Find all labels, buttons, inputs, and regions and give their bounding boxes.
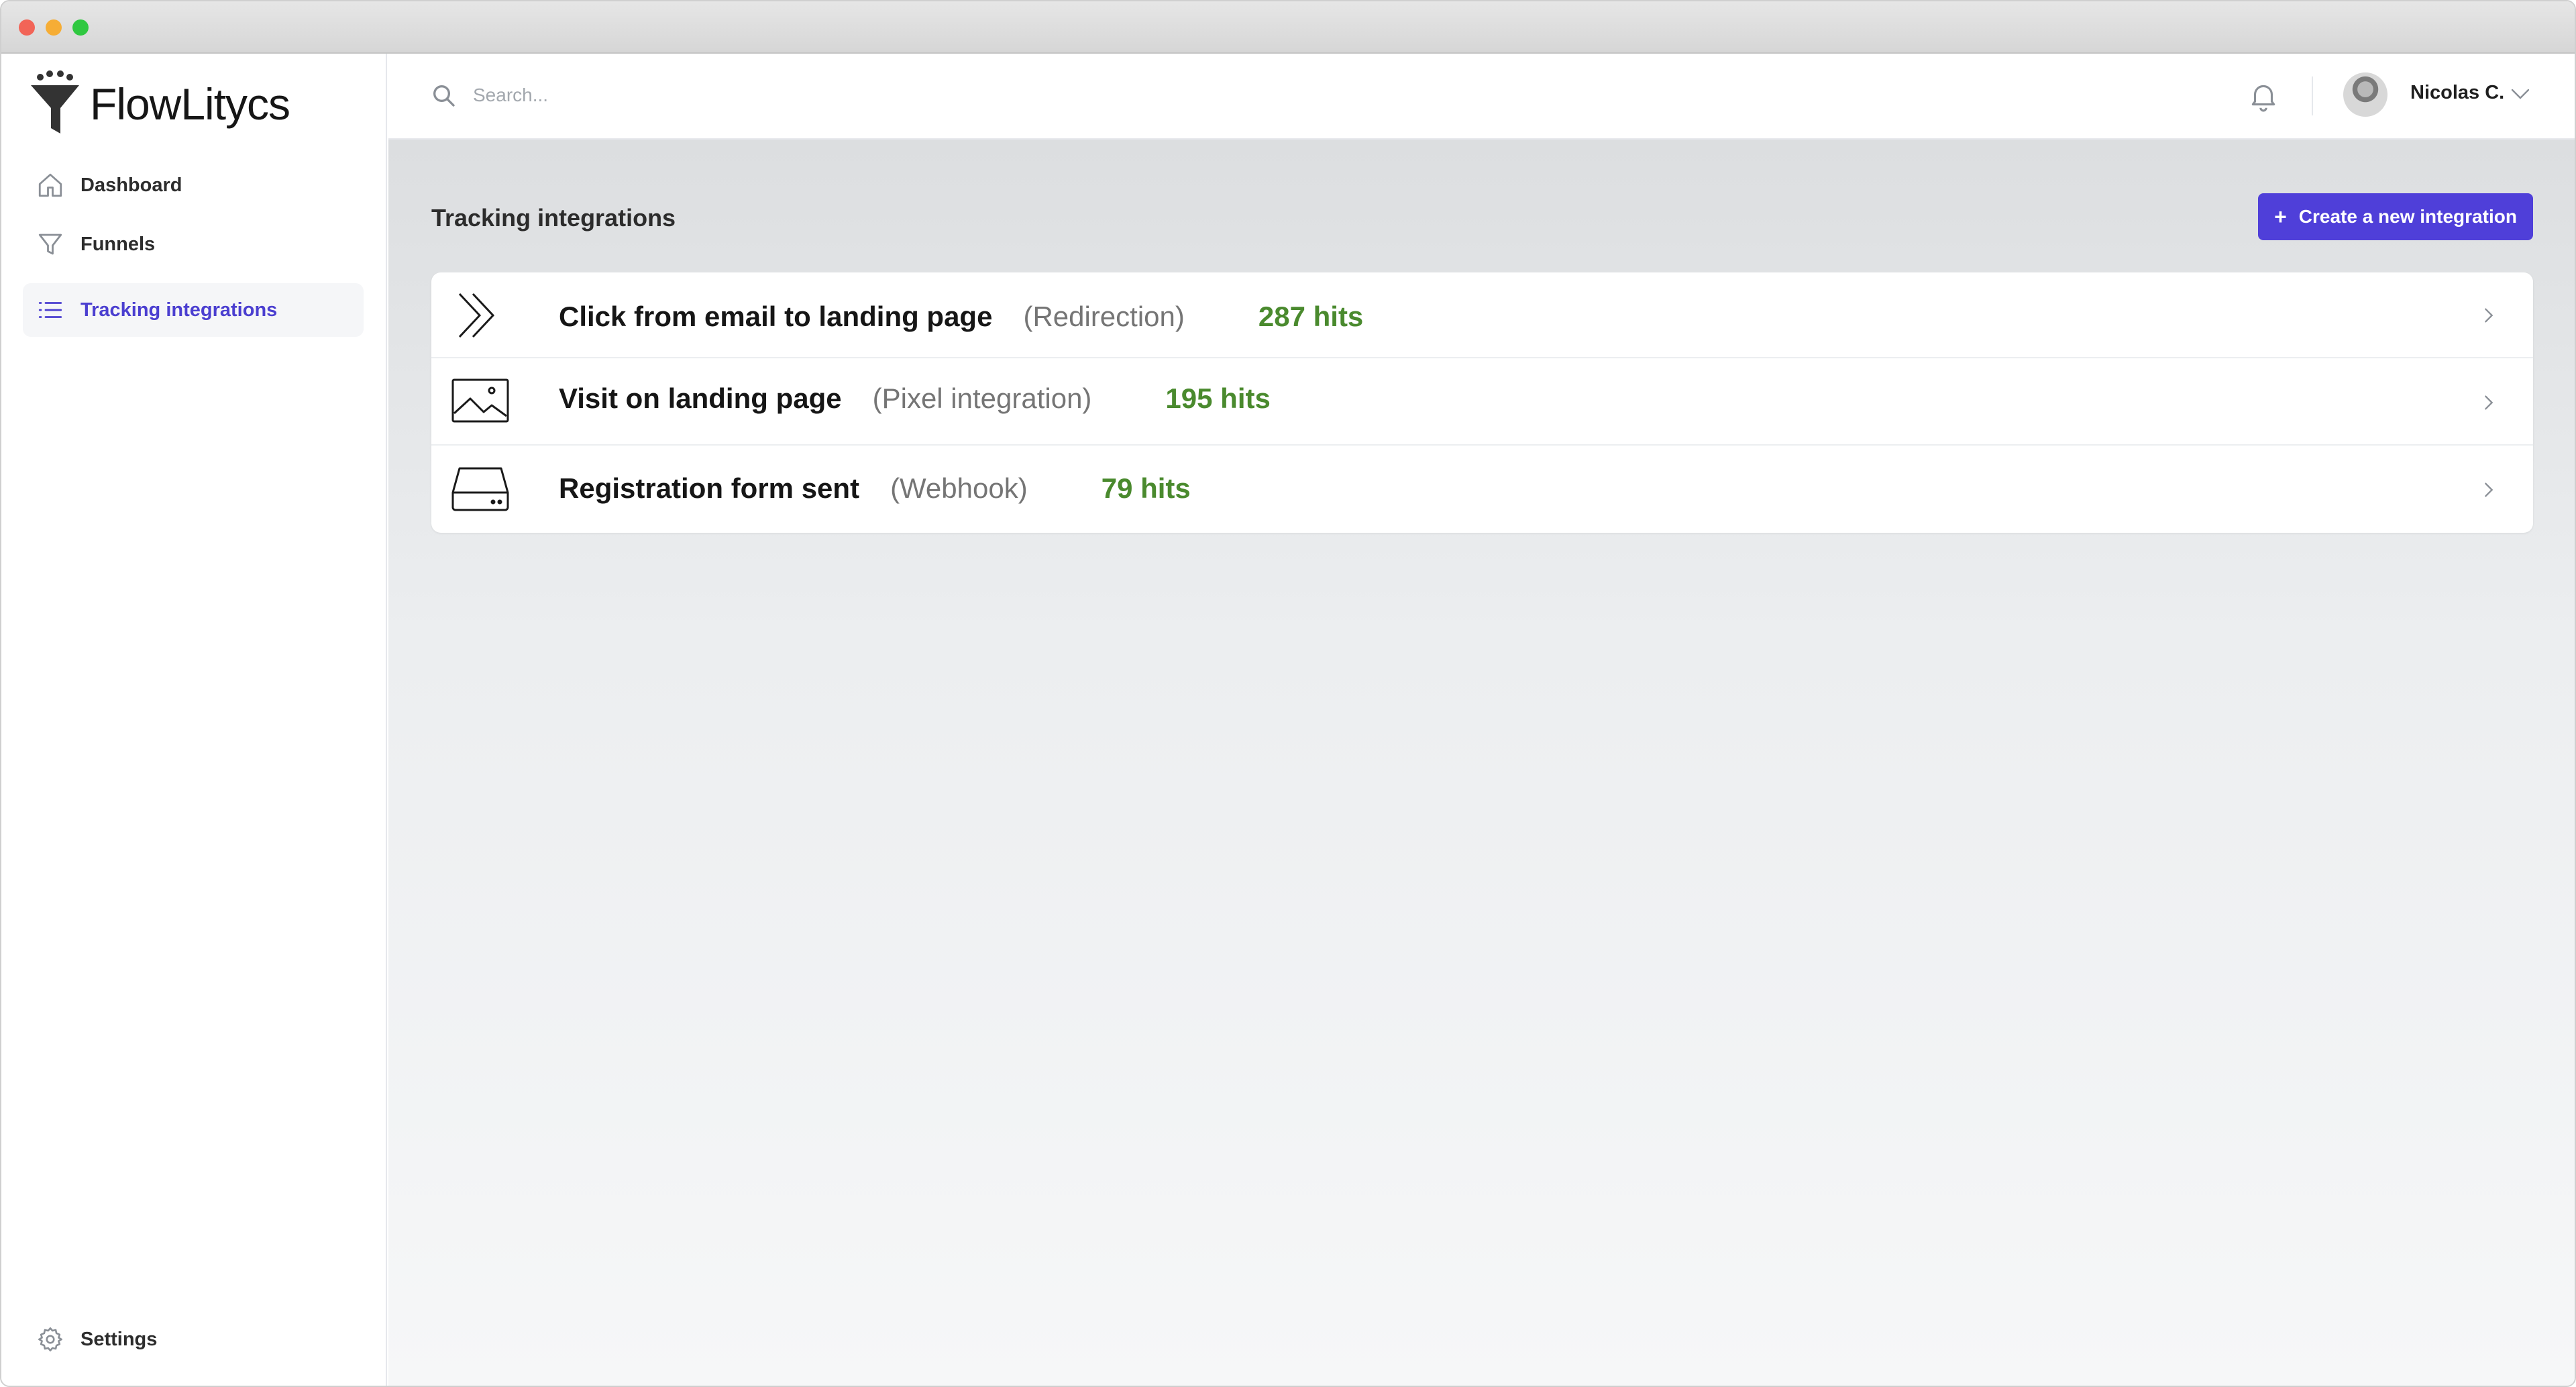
title-bar: [1, 1, 2575, 54]
sidebar-item-settings[interactable]: Settings: [23, 1313, 364, 1366]
list-item[interactable]: Click from email to landing page (Redire…: [431, 272, 2533, 358]
sidebar-item-tracking-integrations[interactable]: Tracking integrations: [23, 283, 364, 337]
main-content: Tracking integrations + Create a new int…: [388, 140, 2575, 1386]
integration-hits: 79 hits: [1101, 472, 1191, 504]
plus-icon: +: [2274, 204, 2287, 229]
gear-icon: [35, 1324, 66, 1355]
chevron-right-icon[interactable]: [2479, 480, 2498, 499]
sidebar-item-label: Dashboard: [80, 174, 182, 196]
funnel-icon: [35, 229, 66, 260]
chevron-down-icon[interactable]: [2508, 82, 2532, 106]
list-icon: [35, 295, 66, 325]
chevron-right-icon[interactable]: [2479, 306, 2498, 325]
integration-text: Visit on landing page (Pixel integration…: [559, 382, 1271, 415]
close-window-button[interactable]: [19, 19, 35, 36]
maximize-window-button[interactable]: [72, 19, 89, 36]
app-logo[interactable]: FlowLitycs: [28, 67, 290, 141]
integration-hits: 287 hits: [1258, 301, 1364, 332]
chevron-right-icon[interactable]: [2479, 393, 2498, 412]
sidebar: FlowLitycs Dashboard Funnels Tracking in…: [1, 54, 387, 1386]
list-item[interactable]: Registration form sent (Webhook) 79 hits: [431, 446, 2533, 533]
user-name[interactable]: Nicolas C.: [2410, 82, 2504, 104]
integration-name: Visit on landing page: [559, 382, 842, 414]
drive-icon: [451, 467, 509, 511]
search-icon: [433, 85, 455, 107]
sidebar-item-label: Funnels: [80, 233, 156, 255]
home-icon: [35, 170, 66, 201]
create-integration-button[interactable]: + Create a new integration: [2258, 193, 2533, 240]
header-divider: [2312, 76, 2313, 115]
create-integration-label: Create a new integration: [2298, 206, 2517, 227]
minimize-window-button[interactable]: [46, 19, 62, 36]
redirection-icon: [458, 293, 495, 338]
sidebar-item-label: Settings: [80, 1328, 158, 1350]
integration-name: Registration form sent: [559, 472, 860, 504]
page-title: Tracking integrations: [431, 204, 676, 232]
app-name: FlowLitycs: [90, 79, 290, 129]
integrations-list: Click from email to landing page (Redire…: [431, 272, 2533, 533]
sidebar-item-label: Tracking integrations: [80, 299, 278, 321]
list-item[interactable]: Visit on landing page (Pixel integration…: [431, 358, 2533, 446]
integration-hits: 195 hits: [1165, 382, 1271, 414]
funnel-logo-icon: [31, 70, 79, 134]
app-window: FlowLitycs Dashboard Funnels Tracking in…: [0, 0, 2576, 1387]
integration-text: Click from email to landing page (Redire…: [559, 301, 1363, 333]
integration-text: Registration form sent (Webhook) 79 hits: [559, 472, 1191, 505]
image-icon: [451, 378, 509, 423]
sidebar-item-funnels[interactable]: Funnels: [23, 217, 364, 271]
integration-name: Click from email to landing page: [559, 301, 993, 332]
top-header: Nicolas C.: [388, 54, 2575, 140]
avatar[interactable]: [2343, 72, 2387, 117]
integration-type: (Pixel integration): [872, 382, 1092, 414]
integration-type: (Webhook): [890, 472, 1028, 504]
integration-type: (Redirection): [1023, 301, 1185, 332]
sidebar-item-dashboard[interactable]: Dashboard: [23, 158, 364, 212]
search-input[interactable]: [472, 79, 1011, 111]
bell-icon[interactable]: [2247, 79, 2280, 113]
